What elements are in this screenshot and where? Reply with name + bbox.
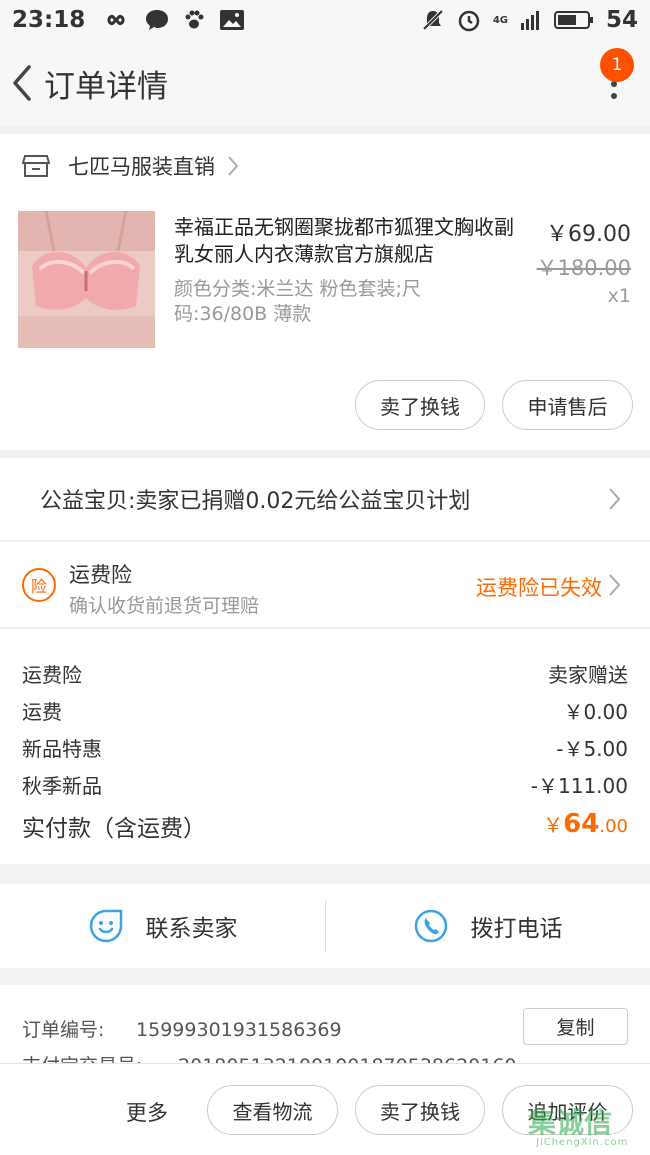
watermark-logo: 集诚信 JiChengXin.com <box>528 1101 648 1153</box>
call-phone-label: 拨打电话 <box>470 916 563 942</box>
insurance-status: 运费险已失效 <box>476 576 602 600</box>
fee-row: 秋季新品 -￥111.00 <box>22 770 628 799</box>
contact-seller-button[interactable]: 联系卖家 <box>0 884 325 968</box>
signal-icon <box>520 11 539 30</box>
more-button[interactable]: 更多 <box>126 1097 168 1127</box>
chevron-left-icon <box>13 65 31 101</box>
watermark-url: JiChengXin.com <box>536 1137 629 1148</box>
fee-row: 新品特惠 -￥5.00 <box>22 733 628 762</box>
status-notification-icons <box>101 9 245 31</box>
product-title[interactable]: 幸福正品无钢圈聚拢都市狐狸文胸收副乳女丽人内衣薄款官方旗舰店 <box>174 214 526 268</box>
order-item: 幸福正品无钢圈聚拢都市狐狸文胸收副乳女丽人内衣薄款官方旗舰店 颜色分类:米兰达 … <box>0 198 650 450</box>
product-image-illustration <box>18 211 155 348</box>
status-time: 23:18 <box>12 7 86 33</box>
order-info: 订单编号: 15999301931586369 复制 支付宝交易号: 20180… <box>0 985 650 1065</box>
order-number-value: 15999301931586369 <box>136 1019 342 1041</box>
chat-smile-icon <box>89 909 122 943</box>
image-icon <box>220 10 245 30</box>
contact-seller-label: 联系卖家 <box>145 916 238 942</box>
watermark-text: 集诚信 <box>528 1106 613 1139</box>
status-bar: 23:18 4G 54 <box>0 0 650 40</box>
alarm-icon <box>458 10 480 32</box>
fee-label: 新品特惠 <box>22 737 102 761</box>
network-type: 4G <box>492 14 508 26</box>
back-button[interactable] <box>0 40 44 126</box>
insurance-subtitle: 确认收货前退货可理赔 <box>69 595 260 617</box>
notification-badge: 1 <box>600 48 634 82</box>
product-price: ￥69.00 <box>546 222 631 247</box>
charity-row[interactable]: 公益宝贝:卖家已捐赠0.02元给公益宝贝计划 <box>0 458 650 540</box>
phone-icon <box>414 909 447 943</box>
divider <box>325 900 326 952</box>
shipping-insurance-row[interactable]: 险 运费险 确认收货前退货可理赔 运费险已失效 <box>0 541 650 628</box>
fee-summary: 运费险 卖家赠送 运费 ￥0.00 新品特惠 -￥5.00 秋季新品 -￥111… <box>0 629 650 864</box>
fee-label: 秋季新品 <box>22 774 102 798</box>
insurance-icon: 险 <box>22 568 56 602</box>
infinity-icon <box>107 15 125 25</box>
product-quantity: x1 <box>607 285 631 307</box>
total-label: 实付款（含运费） <box>22 816 206 842</box>
product-thumbnail[interactable] <box>18 211 155 348</box>
copy-button[interactable]: 复制 <box>523 1008 628 1045</box>
bottom-action-bar: 更多 查看物流 卖了换钱 追加评价 集诚信 JiChengXin.com <box>0 1063 650 1155</box>
fee-value: ￥0.00 <box>563 700 628 724</box>
call-phone-button[interactable]: 拨打电话 <box>325 884 650 968</box>
chevron-right-icon <box>228 156 239 176</box>
total-currency: ￥ <box>543 813 564 837</box>
total-decimal: .00 <box>599 816 628 837</box>
battery-level: 54 <box>605 7 638 33</box>
fee-row: 运费险 卖家赠送 <box>22 659 628 688</box>
insurance-title: 运费险 <box>69 563 132 587</box>
sell-item-button[interactable]: 卖了换钱 <box>355 1085 485 1135</box>
battery-icon <box>553 11 593 29</box>
nav-bar: 订单详情 1 <box>0 40 650 126</box>
fee-row: 运费 ￥0.00 <box>22 696 628 725</box>
store-icon <box>22 155 50 177</box>
fee-label: 运费 <box>22 700 62 724</box>
chevron-right-icon <box>609 574 621 596</box>
total-row: 实付款（含运费） ￥64.00 <box>22 809 628 843</box>
fee-value: -￥5.00 <box>556 737 628 761</box>
view-logistics-button[interactable]: 查看物流 <box>207 1085 338 1135</box>
order-number-row: 订单编号: 15999301931586369 <box>22 1015 342 1042</box>
shop-name: 七匹马服装直销 <box>68 155 215 179</box>
charity-text: 公益宝贝:卖家已捐赠0.02元给公益宝贝计划 <box>40 489 471 514</box>
fee-value: -￥111.00 <box>530 774 628 798</box>
product-sku: 颜色分类:米兰达 粉色套装;尺码:36/80B 薄款 <box>174 278 421 325</box>
chevron-right-icon <box>609 488 621 510</box>
chat-bubble-icon <box>146 10 169 30</box>
total-integer: 64 <box>563 809 600 839</box>
total-amount: ￥64.00 <box>543 809 628 843</box>
order-number-label: 订单编号: <box>22 1019 105 1041</box>
after-sale-button[interactable]: 申请售后 <box>502 380 633 430</box>
product-original-price: ￥180.00 <box>536 256 631 280</box>
fee-label: 运费险 <box>22 663 82 687</box>
shop-row[interactable]: 七匹马服装直销 <box>0 134 650 198</box>
sell-item-button[interactable]: 卖了换钱 <box>355 380 485 430</box>
status-system-icons: 4G 54 <box>421 7 638 33</box>
page-title: 订单详情 <box>44 68 168 105</box>
paw-icon <box>185 10 204 29</box>
mute-bell-icon <box>422 9 444 31</box>
fee-value: 卖家赠送 <box>548 663 628 687</box>
contact-bar: 联系卖家 拨打电话 <box>0 884 650 968</box>
